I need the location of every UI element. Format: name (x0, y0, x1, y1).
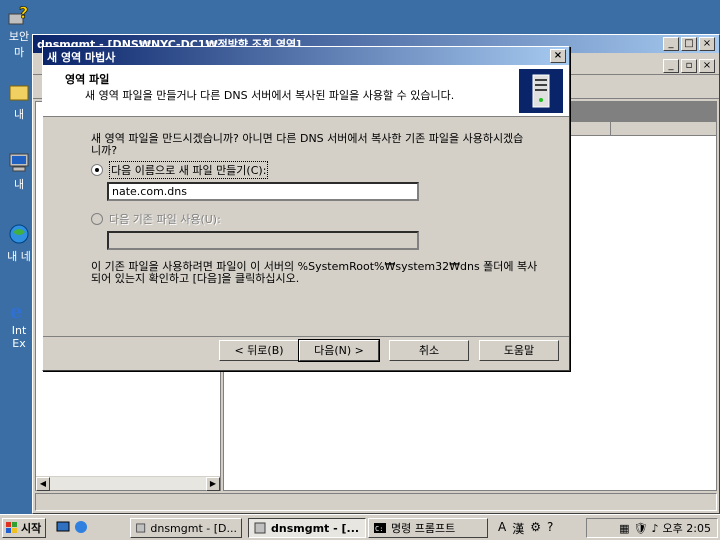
tree-hscrollbar[interactable]: ◀ ▶ (36, 476, 220, 491)
option-new-file[interactable]: 다음 이름으로 새 파일 만들기(C): (91, 161, 269, 179)
taskbar: 시작 dnsmgmt - [D... dnsmgmt - [... C: 명령 … (0, 514, 720, 540)
wizard-title-bar[interactable]: 새 영역 마법사 × (43, 47, 569, 65)
start-button[interactable]: 시작 (2, 518, 46, 538)
restore-icon[interactable]: ▫ (681, 59, 697, 73)
task-button-dnsmgmt-2[interactable]: dnsmgmt - [... (248, 518, 366, 538)
help-button[interactable]: 도움말 (479, 340, 559, 361)
security-shield-icon[interactable]: 🛡 (634, 522, 648, 535)
wizard-header-title: 영역 파일 (65, 73, 110, 86)
internet-explorer-icon[interactable] (74, 520, 88, 534)
wizard-button-bar: < 뒤로(B) 다음(N) > 취소 도움말 (43, 338, 569, 362)
command-prompt-icon: C: (374, 523, 386, 533)
internet-explorer-icon: e (10, 299, 23, 322)
existing-file-input[interactable] (107, 231, 419, 250)
desktop-icon-ie[interactable]: e Int Ex (4, 298, 34, 350)
radio-existing-file[interactable] (91, 213, 103, 225)
wizard-title: 새 영역 마법사 (47, 51, 116, 64)
desktop-icon-computer[interactable]: 내 (4, 150, 34, 192)
status-bar (35, 493, 717, 511)
desktop-icon-label: 보안 (8, 30, 30, 43)
desktop-icon-label: 내 (13, 178, 25, 191)
option-new-file-label[interactable]: 다음 이름으로 새 파일 만들기(C): (109, 161, 269, 179)
minimize-icon[interactable]: _ (663, 37, 679, 51)
ime-settings-icon[interactable]: ⚙ (530, 520, 541, 537)
clock[interactable]: 오후 2:05 (663, 520, 711, 536)
close-icon[interactable]: × (550, 49, 566, 63)
new-zone-wizard-dialog: 새 영역 마법사 × 영역 파일 새 영역 파일을 만들거나 다른 DNS 서버… (42, 46, 570, 371)
mmc-caption-buttons: _ □ × (663, 37, 715, 51)
volume-icon[interactable]: ♪ (652, 522, 659, 535)
task-button-label: dnsmgmt - [D... (150, 521, 237, 535)
help-icon: ? (8, 3, 29, 25)
dns-server-icon (519, 69, 563, 113)
desktop-icon-label: 내 네 (7, 250, 31, 263)
task-button-label: 명령 프롬프트 (391, 522, 456, 535)
network-places-icon (9, 224, 29, 244)
desktop-icon-network[interactable]: 내 네 (4, 222, 34, 264)
column-divider[interactable] (570, 122, 571, 135)
option-existing-file-label[interactable]: 다음 기존 파일 사용(U): (109, 211, 221, 227)
desktop-icon-label: Int (11, 324, 27, 337)
svg-text:C:: C: (375, 525, 383, 533)
wizard-header: 영역 파일 새 영역 파일을 만들거나 다른 DNS 서버에서 복사된 파일을 … (43, 65, 569, 117)
network-icon[interactable]: ▦ (619, 522, 629, 535)
back-button[interactable]: < 뒤로(B) (219, 340, 299, 361)
wizard-header-subtitle: 새 영역 파일을 만들거나 다른 DNS 서버에서 복사된 파일을 사용할 수 … (85, 89, 455, 102)
my-documents-icon (9, 85, 29, 101)
desktop-icon-label: Ex (12, 337, 26, 350)
mmc-app-icon (254, 522, 266, 534)
svg-text:?: ? (19, 3, 28, 22)
wizard-body: 새 영역 파일을 만드시겠습니까? 아니면 다른 DNS 서버에서 복사한 기존… (43, 117, 569, 337)
ime-mode-a[interactable]: A (498, 520, 506, 537)
scroll-left-icon[interactable]: ◀ (36, 477, 50, 491)
wizard-note: 이 기존 파일을 사용하려면 파일이 이 서버의 %SystemRoot%₩sy… (91, 260, 538, 285)
ime-toolbar: A 漢 ⚙ ? (498, 520, 553, 537)
desktop-icon-security[interactable]: ? 보안 마 (4, 2, 34, 60)
option-existing-file[interactable]: 다음 기존 파일 사용(U): (91, 211, 221, 227)
desktop-icon-label: 마 (13, 46, 25, 59)
radio-new-file[interactable] (91, 164, 103, 176)
close-icon[interactable]: × (699, 59, 715, 73)
desktop-icon-label: 내 (13, 108, 25, 121)
mmc-inner-caption-buttons: _ ▫ × (663, 59, 715, 73)
task-button-label: dnsmgmt - [... (271, 521, 360, 535)
system-tray: ▦ 🛡 ♪ 오후 2:05 (586, 518, 718, 538)
help-icon[interactable]: ? (547, 520, 553, 537)
windows-logo-icon (6, 522, 17, 533)
close-icon[interactable]: × (699, 37, 715, 51)
mmc-app-icon (136, 523, 146, 533)
desktop-icon[interactable] (56, 520, 70, 534)
next-button[interactable]: 다음(N) > (298, 339, 380, 362)
start-label: 시작 (21, 522, 42, 535)
task-button-dnsmgmt-1[interactable]: dnsmgmt - [D... (130, 518, 242, 538)
svg-text:e: e (10, 299, 23, 322)
my-computer-icon (9, 153, 29, 172)
maximize-icon[interactable]: □ (681, 37, 697, 51)
wizard-question: 새 영역 파일을 만드시겠습니까? 아니면 다른 DNS 서버에서 복사한 기존… (91, 132, 524, 157)
ime-mode-hanja[interactable]: 漢 (512, 520, 524, 537)
new-file-name-input[interactable] (107, 182, 419, 201)
minimize-icon[interactable]: _ (663, 59, 679, 73)
task-button-cmd[interactable]: C: 명령 프롬프트 (368, 518, 488, 538)
quick-launch (56, 520, 88, 534)
desktop-icon-documents[interactable]: 내 (4, 80, 34, 122)
cancel-button[interactable]: 취소 (389, 340, 469, 361)
column-divider[interactable] (610, 122, 611, 135)
scroll-right-icon[interactable]: ▶ (206, 477, 220, 491)
